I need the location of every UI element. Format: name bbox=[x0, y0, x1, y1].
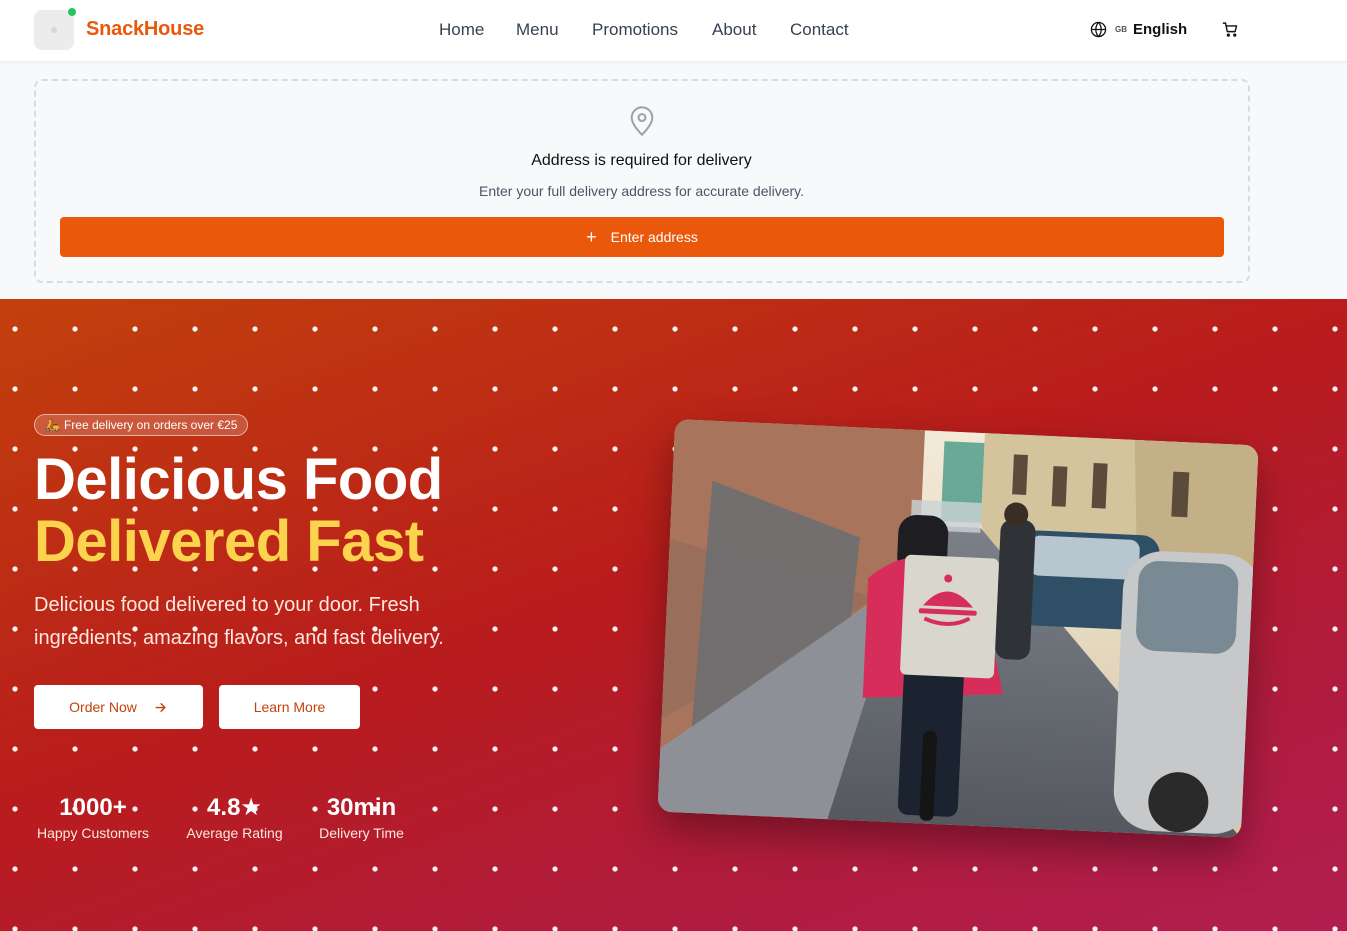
enter-address-label: Enter address bbox=[610, 229, 698, 245]
hero-description: Delicious food delivered to your door. F… bbox=[34, 594, 444, 649]
stat-label: Happy Customers bbox=[36, 825, 150, 841]
logo-mark bbox=[51, 27, 57, 33]
stat-value: 4.8★ bbox=[207, 794, 262, 821]
nav-contact[interactable]: Contact bbox=[790, 20, 849, 40]
hero-title-line1: Delicious Food bbox=[34, 447, 443, 512]
learn-more-label: Learn More bbox=[253, 699, 326, 715]
language-selector[interactable]: GB English bbox=[1090, 21, 1187, 38]
brand-name[interactable]: SnackHouse bbox=[86, 18, 204, 41]
scooter-icon: 🛵 bbox=[45, 418, 60, 432]
address-title: Address is required for delivery bbox=[531, 152, 752, 169]
status-dot bbox=[68, 8, 76, 16]
hero-delivery-image bbox=[657, 418, 1259, 839]
stat-label: Delivery Time bbox=[319, 825, 404, 841]
stat-label: Average Rating bbox=[186, 825, 283, 841]
badge-label: Free delivery on orders over €25 bbox=[63, 418, 238, 432]
language-label: English bbox=[1133, 21, 1188, 38]
globe-icon bbox=[1090, 21, 1107, 38]
plus-icon: + bbox=[586, 227, 597, 247]
map-pin-icon bbox=[628, 105, 656, 142]
cart-icon bbox=[1222, 22, 1238, 37]
order-now-button[interactable]: Order Now bbox=[34, 685, 203, 729]
stat-customers: 1000+ Happy Customers bbox=[34, 793, 152, 841]
stat-delivery-time: 30min Delivery Time bbox=[317, 793, 406, 841]
site-header: SnackHouse Home Menu Promotions About Co… bbox=[0, 0, 1347, 62]
stat-value: 1000+ bbox=[59, 794, 127, 821]
learn-more-button[interactable]: Learn More bbox=[219, 685, 360, 729]
logo[interactable] bbox=[34, 10, 74, 50]
language-flag-code: GB bbox=[1115, 25, 1127, 34]
nav-menu[interactable]: Menu bbox=[516, 20, 559, 40]
order-now-label: Order Now bbox=[69, 699, 137, 715]
cart-button[interactable] bbox=[1222, 21, 1239, 43]
nav-home[interactable]: Home bbox=[439, 20, 484, 40]
stat-rating: 4.8★ Average Rating bbox=[184, 793, 285, 841]
hero-title-line2: Delivered Fast bbox=[34, 509, 424, 574]
nav-promotions[interactable]: Promotions bbox=[592, 20, 678, 40]
stat-value: 30min bbox=[326, 794, 397, 821]
nav-about[interactable]: About bbox=[712, 20, 756, 40]
enter-address-button[interactable]: + Enter address bbox=[60, 217, 1224, 257]
free-delivery-badge: 🛵 Free delivery on orders over €25 bbox=[34, 414, 249, 436]
arrow-right-icon bbox=[155, 702, 166, 712]
hero-section: 🛵 Free delivery on orders over €25 Delic… bbox=[0, 299, 1347, 931]
address-subtitle: Enter your full delivery address for acc… bbox=[479, 183, 804, 199]
